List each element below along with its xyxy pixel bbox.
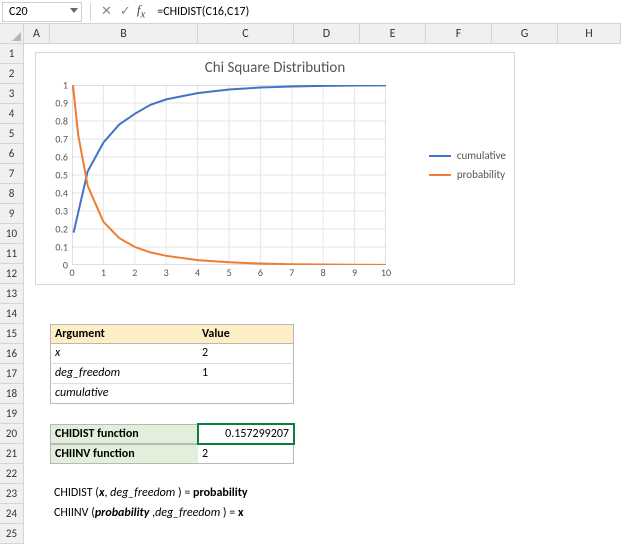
row-header[interactable]: 21: [0, 444, 24, 464]
row-header[interactable]: 13: [0, 284, 24, 304]
row-header[interactable]: 15: [0, 324, 24, 344]
plot-area: 00.10.20.30.40.50.60.70.80.9101234567891…: [72, 85, 386, 265]
legend-label: cumulative: [457, 149, 506, 162]
name-box-value: C20: [9, 5, 28, 19]
y-tick-label: 0.9: [44, 97, 68, 110]
column-header[interactable]: H: [558, 24, 621, 44]
y-tick-label: 1: [44, 79, 68, 92]
row-header[interactable]: 10: [0, 224, 24, 244]
table-cell[interactable]: 1: [198, 364, 294, 384]
select-all-corner[interactable]: [0, 24, 24, 44]
table-cell[interactable]: deg_freedom: [50, 364, 198, 384]
y-tick-label: 0: [44, 259, 68, 272]
column-header[interactable]: E: [360, 24, 426, 44]
x-tick-label: 9: [352, 266, 357, 279]
row-header[interactable]: 19: [0, 404, 24, 424]
row-header[interactable]: 9: [0, 204, 24, 224]
chart-legend: cumulative probability: [429, 143, 506, 187]
x-tick-label: 3: [164, 266, 169, 279]
row-header[interactable]: 12: [0, 264, 24, 284]
row-header[interactable]: 23: [0, 484, 24, 504]
chevron-down-icon[interactable]: [70, 8, 78, 13]
x-tick-label: 4: [195, 266, 200, 279]
row-header[interactable]: 4: [0, 104, 24, 124]
label-chidist[interactable]: CHIDIST function: [50, 424, 198, 444]
column-header[interactable]: D: [294, 24, 360, 44]
row-header[interactable]: 14: [0, 304, 24, 324]
row-header[interactable]: 18: [0, 384, 24, 404]
descr-chidist[interactable]: CHIDIST (x, deg_freedom ) = probability: [50, 484, 426, 504]
legend-swatch: [429, 155, 451, 157]
column-header[interactable]: B: [50, 24, 198, 44]
table-header-value[interactable]: Value: [198, 324, 294, 344]
y-tick-label: 0.2: [44, 223, 68, 236]
y-tick-label: 0.8: [44, 115, 68, 128]
x-tick-label: 0: [69, 266, 74, 279]
chart-title: Chi Square Distribution: [36, 53, 514, 79]
table-cell[interactable]: [198, 384, 294, 404]
row-header[interactable]: 8: [0, 184, 24, 204]
enter-icon[interactable]: ✓: [118, 4, 133, 19]
row-header[interactable]: 1: [0, 44, 24, 64]
row-header[interactable]: 17: [0, 364, 24, 384]
legend-swatch: [429, 174, 451, 176]
cell-chidist-value[interactable]: 0.157299207: [198, 424, 294, 444]
formula-bar: C20 ✕ ✓ fx: [0, 0, 621, 24]
table-cell[interactable]: cumulative: [50, 384, 198, 404]
divider: [90, 3, 91, 21]
cell-chiinv-value[interactable]: 2: [198, 444, 294, 464]
legend-item-cumulative: cumulative: [429, 149, 506, 162]
x-tick-label: 8: [321, 266, 326, 279]
chart[interactable]: Chi Square Distribution 00.10.20.30.40.5…: [35, 52, 515, 285]
row-header[interactable]: 2: [0, 64, 24, 84]
row-header[interactable]: 22: [0, 464, 24, 484]
row-header[interactable]: 11: [0, 244, 24, 264]
descr-chiinv[interactable]: CHIINV (probability ,deg_freedom ) = x: [50, 504, 426, 524]
row-header[interactable]: 3: [0, 84, 24, 104]
spreadsheet-grid: ABCDEFGH 1234567891011121314151617181920…: [0, 24, 621, 44]
table-cell[interactable]: 2: [198, 344, 294, 364]
formula-input[interactable]: [153, 3, 619, 21]
legend-item-probability: probability: [429, 168, 506, 181]
y-tick-label: 0.3: [44, 205, 68, 218]
column-header[interactable]: G: [492, 24, 558, 44]
row-header[interactable]: 24: [0, 504, 24, 524]
cancel-icon[interactable]: ✕: [99, 4, 114, 19]
column-header[interactable]: A: [24, 24, 50, 44]
y-tick-label: 0.5: [44, 169, 68, 182]
row-header[interactable]: 20: [0, 424, 24, 444]
x-tick-label: 6: [258, 266, 263, 279]
label-chiinv[interactable]: CHIINV function: [50, 444, 198, 464]
name-box[interactable]: C20: [2, 2, 82, 22]
x-tick-label: 2: [132, 266, 137, 279]
y-tick-label: 0.1: [44, 241, 68, 254]
x-tick-label: 5: [226, 266, 231, 279]
row-header[interactable]: 25: [0, 524, 24, 544]
column-header[interactable]: F: [426, 24, 492, 44]
y-tick-label: 0.6: [44, 151, 68, 164]
table-header-argument[interactable]: Argument: [50, 324, 198, 344]
row-header[interactable]: 6: [0, 144, 24, 164]
row-header[interactable]: 16: [0, 344, 24, 364]
row-header[interactable]: 5: [0, 124, 24, 144]
chart-svg: [72, 85, 386, 265]
x-tick-label: 1: [101, 266, 106, 279]
row-header[interactable]: 7: [0, 164, 24, 184]
legend-label: probability: [457, 168, 505, 181]
column-header[interactable]: C: [198, 24, 294, 44]
y-tick-label: 0.7: [44, 133, 68, 146]
x-tick-label: 7: [289, 266, 294, 279]
y-tick-label: 0.4: [44, 187, 68, 200]
x-tick-label: 10: [381, 266, 391, 279]
fx-icon[interactable]: fx: [137, 2, 149, 21]
table-cell[interactable]: x: [50, 344, 198, 364]
